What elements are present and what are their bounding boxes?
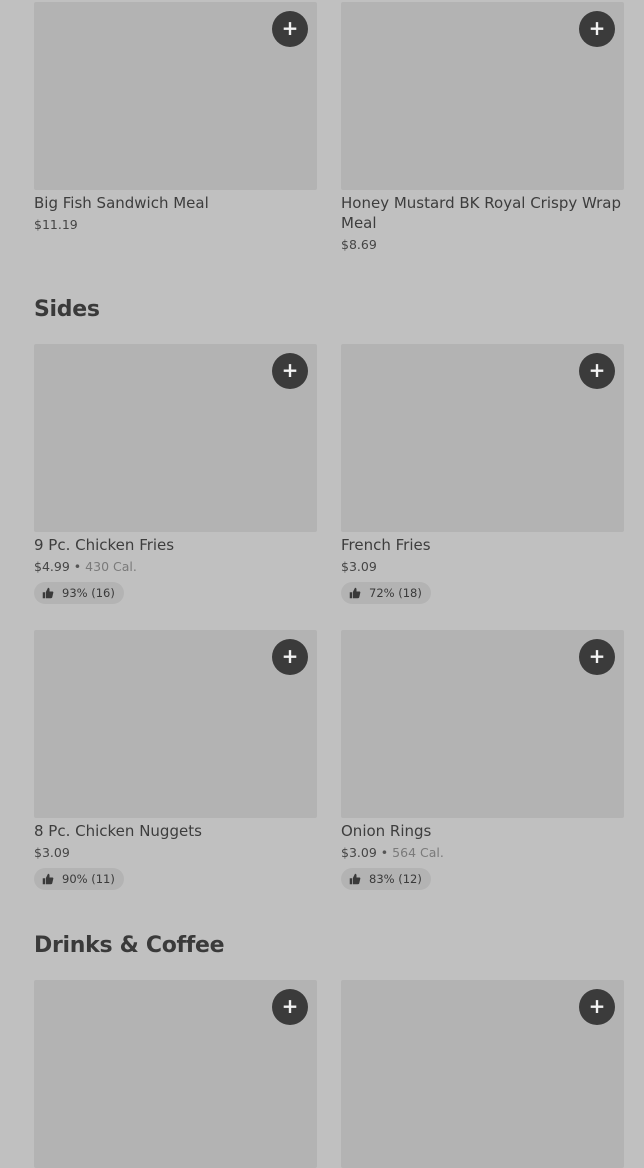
item-meta: $4.99 • 430 Cal.	[34, 558, 317, 576]
menu-item-card[interactable]: + Onion Rings $3.09 • 564 Cal. 83% (12)	[341, 630, 624, 890]
thumbs-up-icon	[42, 873, 54, 885]
menu-item-card[interactable]: +	[34, 980, 317, 1168]
section-title-sides: Sides	[34, 297, 100, 322]
item-image[interactable]: +	[34, 344, 317, 532]
add-to-cart-button[interactable]: +	[272, 353, 308, 389]
thumbs-up-icon	[349, 873, 361, 885]
item-price: $11.19	[34, 217, 78, 232]
item-image[interactable]: +	[34, 2, 317, 190]
plus-icon: +	[281, 16, 299, 40]
item-name[interactable]: Big Fish Sandwich Meal	[34, 193, 317, 213]
menu-item-card[interactable]: +	[341, 980, 624, 1168]
menu-item-card[interactable]: + Big Fish Sandwich Meal $11.19	[34, 2, 317, 234]
meta-separator: •	[380, 845, 389, 860]
item-meta: $3.09	[34, 844, 317, 862]
menu-item-card[interactable]: + 9 Pc. Chicken Fries $4.99 • 430 Cal. 93%…	[34, 344, 317, 604]
item-meta: $11.19	[34, 216, 317, 234]
plus-icon: +	[588, 994, 606, 1018]
add-to-cart-button[interactable]: +	[579, 989, 615, 1025]
meta-separator: •	[73, 559, 82, 574]
item-name[interactable]: Onion Rings	[341, 821, 624, 841]
menu-item-card[interactable]: + 8 Pc. Chicken Nuggets $3.09 90% (11)	[34, 630, 317, 890]
section-title-drinks-coffee: Drinks & Coffee	[34, 933, 225, 958]
rating-badge: 93% (16)	[34, 582, 124, 604]
item-image[interactable]: +	[34, 630, 317, 818]
menu-item-card[interactable]: + Honey Mustard BK Royal Crispy Wrap Mea…	[341, 2, 624, 254]
item-image[interactable]: +	[341, 344, 624, 532]
item-name[interactable]: French Fries	[341, 535, 624, 555]
rating-value: 83% (12)	[369, 872, 422, 886]
rating-badge: 90% (11)	[34, 868, 124, 890]
add-to-cart-button[interactable]: +	[272, 11, 308, 47]
add-to-cart-button[interactable]: +	[579, 11, 615, 47]
add-to-cart-button[interactable]: +	[579, 353, 615, 389]
plus-icon: +	[281, 358, 299, 382]
menu-item-card[interactable]: + French Fries $3.09 72% (18)	[341, 344, 624, 604]
rating-value: 72% (18)	[369, 586, 422, 600]
plus-icon: +	[588, 358, 606, 382]
thumbs-up-icon	[349, 587, 361, 599]
plus-icon: +	[281, 994, 299, 1018]
plus-icon: +	[588, 16, 606, 40]
item-calories: 430 Cal.	[85, 559, 137, 574]
thumbs-up-icon	[42, 587, 54, 599]
item-calories: 564 Cal.	[392, 845, 444, 860]
rating-badge: 72% (18)	[341, 582, 431, 604]
item-name[interactable]: Honey Mustard BK Royal Crispy Wrap Meal	[341, 193, 624, 233]
item-price: $3.09	[341, 845, 377, 860]
item-price: $3.09	[341, 559, 377, 574]
plus-icon: +	[281, 644, 299, 668]
item-meta: $3.09 • 564 Cal.	[341, 844, 624, 862]
item-name[interactable]: 9 Pc. Chicken Fries	[34, 535, 317, 555]
item-meta: $8.69	[341, 236, 624, 254]
rating-value: 90% (11)	[62, 872, 115, 886]
item-meta: $3.09	[341, 558, 624, 576]
item-price: $4.99	[34, 559, 70, 574]
item-price: $8.69	[341, 237, 377, 252]
item-image[interactable]: +	[341, 2, 624, 190]
rating-badge: 83% (12)	[341, 868, 431, 890]
add-to-cart-button[interactable]: +	[579, 639, 615, 675]
rating-value: 93% (16)	[62, 586, 115, 600]
add-to-cart-button[interactable]: +	[272, 989, 308, 1025]
item-image[interactable]: +	[34, 980, 317, 1168]
add-to-cart-button[interactable]: +	[272, 639, 308, 675]
item-price: $3.09	[34, 845, 70, 860]
item-image[interactable]: +	[341, 630, 624, 818]
item-image[interactable]: +	[341, 980, 624, 1168]
item-name[interactable]: 8 Pc. Chicken Nuggets	[34, 821, 317, 841]
plus-icon: +	[588, 644, 606, 668]
